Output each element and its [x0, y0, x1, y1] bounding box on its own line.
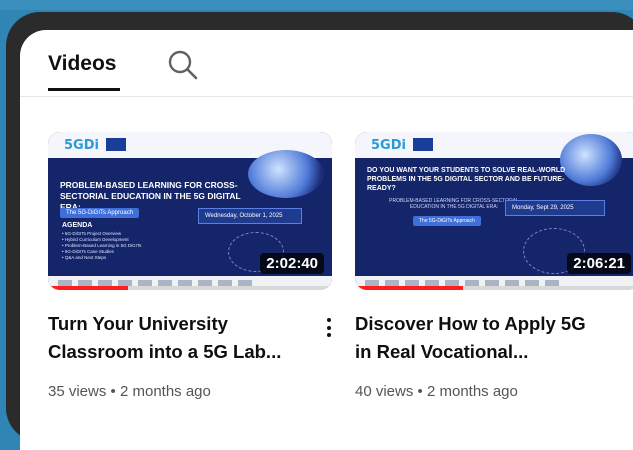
- tab-active-underline: [48, 88, 120, 91]
- eu-flag-icon: [413, 138, 433, 151]
- channel-tabs: Videos: [20, 30, 633, 100]
- eu-flag-icon: [106, 138, 126, 151]
- video-title-line: in Real Vocational...: [355, 341, 529, 362]
- meta-separator: •: [417, 383, 423, 400]
- view-count: 40 views: [355, 383, 414, 400]
- thumbnail-agenda-title: AGENDA: [62, 222, 93, 229]
- thumbnail-badge: The 5G-DiGITs Approach: [413, 216, 481, 226]
- video-title[interactable]: Turn Your University Classroom into a 5G…: [48, 310, 298, 366]
- view-count: 35 views: [48, 383, 107, 400]
- thumbnail-headline: DO YOU WANT YOUR STUDENTS TO SOLVE REAL-…: [367, 167, 566, 192]
- video-duration: 2:06:21: [567, 253, 631, 274]
- phone-frame: Videos 5GDi PROBLEM-BASED LEARNING FOR C…: [6, 12, 633, 450]
- video-title-line: Classroom into a 5G Lab...: [48, 341, 282, 362]
- video-title-line: Discover How to Apply 5G: [355, 313, 586, 334]
- video-meta: 35 views • 2 months ago: [48, 383, 211, 400]
- app-screen: Videos 5GDi PROBLEM-BASED LEARNING FOR C…: [20, 30, 633, 450]
- more-options-icon[interactable]: [323, 316, 335, 342]
- video-thumbnail[interactable]: 5GDi PROBLEM-BASED LEARNING FOR CROSS-SE…: [48, 132, 332, 290]
- meta-separator: •: [110, 383, 116, 400]
- video-duration: 2:02:40: [260, 253, 324, 274]
- project-logo: 5GDi: [371, 138, 406, 153]
- video-title[interactable]: Discover How to Apply 5G in Real Vocatio…: [355, 310, 605, 366]
- thumbnail-date: Wednesday, October 1, 2025: [198, 208, 302, 224]
- project-logo: 5GDi: [64, 138, 99, 153]
- upload-age: 2 months ago: [119, 383, 211, 400]
- background-strip: [0, 0, 633, 10]
- tab-videos[interactable]: Videos: [48, 52, 116, 76]
- video-meta: 40 views • 2 months ago: [355, 383, 518, 400]
- video-title-line: Turn Your University: [48, 313, 228, 334]
- tabs-divider: [20, 96, 633, 97]
- video-thumbnail[interactable]: 5GDi DO YOU WANT YOUR STUDENTS TO SOLVE …: [355, 132, 633, 290]
- video-card[interactable]: 5GDi PROBLEM-BASED LEARNING FOR CROSS-SE…: [48, 132, 332, 400]
- watch-progress-bar: [355, 286, 463, 290]
- watch-progress-bar: [48, 286, 128, 290]
- video-card[interactable]: 5GDi DO YOU WANT YOUR STUDENTS TO SOLVE …: [355, 132, 633, 400]
- thumbnail-subtitle: The 5G-DiGITs Approach: [60, 208, 140, 218]
- upload-age: 2 months ago: [426, 383, 518, 400]
- thumbnail-subtitle: PROBLEM-BASED LEARNING FOR CROSS-SECTORA…: [389, 198, 519, 210]
- thumbnail-date: Monday, Sept 29, 2025: [505, 200, 605, 216]
- thumbnail-agenda-items: • 5G-DiGITs Project Overview • Hybrid Cu…: [62, 231, 142, 260]
- search-icon[interactable]: [166, 48, 200, 82]
